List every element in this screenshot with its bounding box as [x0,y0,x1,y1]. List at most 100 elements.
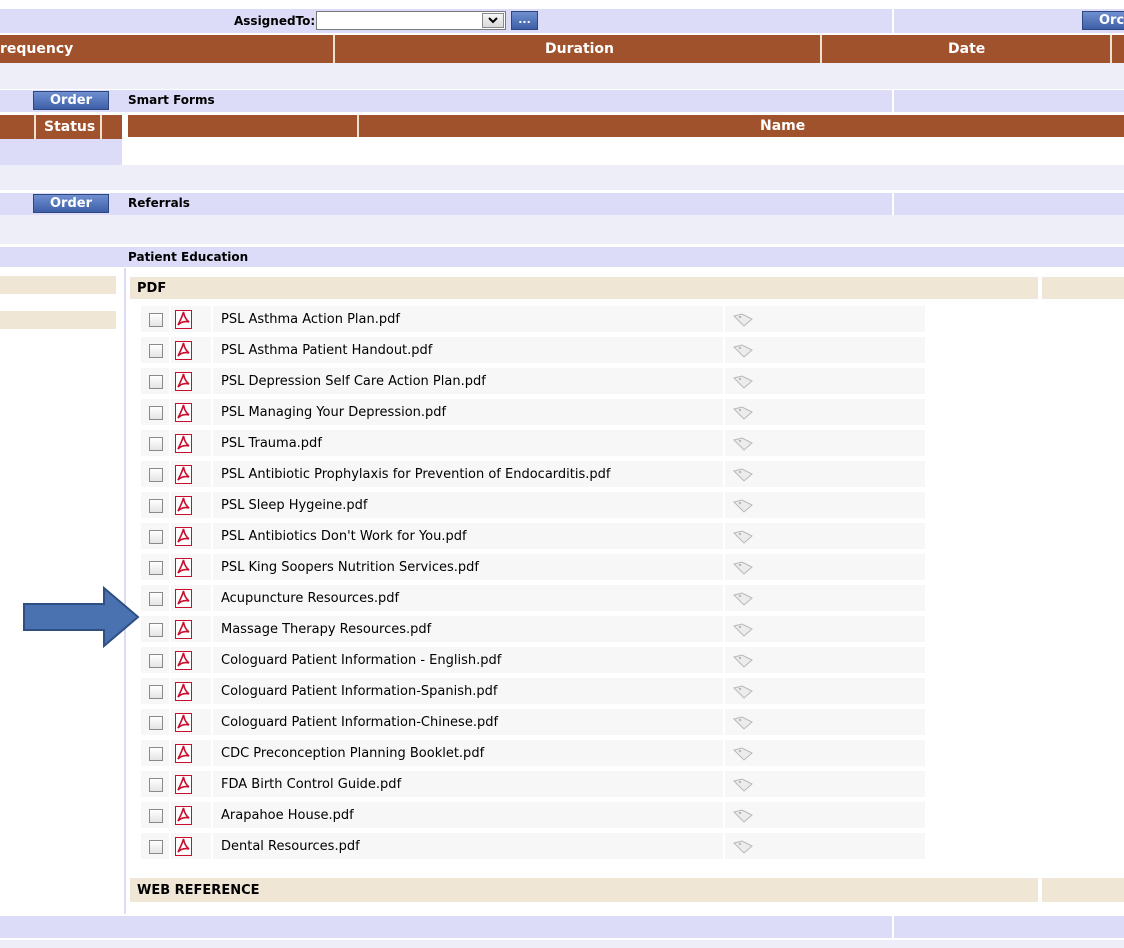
pdf-icon[interactable] [175,403,192,422]
document-name[interactable]: PSL Asthma Patient Handout.pdf [221,343,432,358]
document-name[interactable]: Acupuncture Resources.pdf [221,591,399,606]
tag-icon[interactable] [733,653,753,668]
tag-icon[interactable] [733,405,753,420]
pdf-icon[interactable] [175,682,192,701]
checkbox-cell [140,708,170,736]
document-checkbox[interactable] [149,375,163,389]
document-name[interactable]: PSL Depression Self Care Action Plan.pdf [221,374,486,389]
pdf-icon[interactable] [175,527,192,546]
document-checkbox[interactable] [149,406,163,420]
document-checkbox[interactable] [149,654,163,668]
pdf-icon[interactable] [175,589,192,608]
document-row: PSL Asthma Action Plan.pdf [140,305,926,333]
icon-cell [170,646,212,674]
referrals-title: Referrals [128,196,190,210]
pdf-icon[interactable] [175,744,192,763]
tag-icon[interactable] [733,498,753,513]
document-name[interactable]: PSL Trauma.pdf [221,436,322,451]
pdf-icon[interactable] [175,434,192,453]
bar-divider [892,193,894,215]
name-header: Name [128,115,1124,137]
tag-icon[interactable] [733,560,753,575]
tag-icon[interactable] [733,343,753,358]
checkbox-cell [140,646,170,674]
name-cell: FDA Birth Control Guide.pdf [212,770,724,798]
tag-icon[interactable] [733,312,753,327]
document-checkbox[interactable] [149,313,163,327]
document-checkbox[interactable] [149,747,163,761]
pdf-icon[interactable] [175,651,192,670]
pdf-icon[interactable] [175,620,192,639]
document-name[interactable]: PSL King Soopers Nutrition Services.pdf [221,560,479,575]
document-checkbox[interactable] [149,685,163,699]
document-checkbox[interactable] [149,623,163,637]
smart-forms-order-button[interactable]: Order [33,91,109,110]
document-name[interactable]: PSL Asthma Action Plan.pdf [221,312,400,327]
document-checkbox[interactable] [149,530,163,544]
pdf-icon[interactable] [175,837,192,856]
icon-cell [170,336,212,364]
tag-icon[interactable] [733,684,753,699]
document-name[interactable]: CDC Preconception Planning Booklet.pdf [221,746,484,761]
document-name[interactable]: Cologuard Patient Information - English.… [221,653,501,668]
document-row: PSL Trauma.pdf [140,429,926,457]
chevron-down-icon [488,17,498,24]
document-checkbox[interactable] [149,344,163,358]
document-name[interactable]: Arapahoe House.pdf [221,808,354,823]
pdf-icon[interactable] [175,465,192,484]
tag-icon[interactable] [733,374,753,389]
document-name[interactable]: PSL Antibiotic Prophylaxis for Preventio… [221,467,610,482]
document-name[interactable]: Cologuard Patient Information-Spanish.pd… [221,684,497,699]
assigned-to-select[interactable] [316,11,506,30]
icon-cell [170,801,212,829]
document-checkbox[interactable] [149,809,163,823]
document-name[interactable]: Massage Therapy Resources.pdf [221,622,431,637]
name-cell: Arapahoe House.pdf [212,801,724,829]
pdf-group-header: PDF [130,277,1038,299]
document-name[interactable]: PSL Sleep Hygeine.pdf [221,498,368,513]
tag-icon[interactable] [733,467,753,482]
tag-icon[interactable] [733,715,753,730]
document-checkbox[interactable] [149,499,163,513]
tag-cell [724,677,926,705]
document-checkbox[interactable] [149,778,163,792]
tag-cell [724,739,926,767]
pdf-icon[interactable] [175,713,192,732]
smart-forms-title: Smart Forms [128,93,215,107]
tag-icon[interactable] [733,591,753,606]
tag-icon[interactable] [733,808,753,823]
document-checkbox[interactable] [149,716,163,730]
order-button-right[interactable]: Orc [1082,11,1124,30]
pdf-icon[interactable] [175,341,192,360]
pdf-icon[interactable] [175,806,192,825]
pdf-icon[interactable] [175,496,192,515]
document-checkbox[interactable] [149,592,163,606]
document-name[interactable]: Dental Resources.pdf [221,839,360,854]
ellipsis-button[interactable]: ... [511,11,538,30]
tag-icon[interactable] [733,529,753,544]
pdf-icon[interactable] [175,558,192,577]
document-name[interactable]: Cologuard Patient Information-Chinese.pd… [221,715,498,730]
tag-icon[interactable] [733,777,753,792]
document-name[interactable]: PSL Managing Your Depression.pdf [221,405,446,420]
tag-icon[interactable] [733,839,753,854]
pdf-icon[interactable] [175,372,192,391]
document-checkbox[interactable] [149,437,163,451]
document-name[interactable]: PSL Antibiotics Don't Work for You.pdf [221,529,467,544]
document-name[interactable]: FDA Birth Control Guide.pdf [221,777,401,792]
document-checkbox[interactable] [149,561,163,575]
document-checkbox[interactable] [149,468,163,482]
header-divider [357,115,359,137]
tag-icon[interactable] [733,622,753,637]
pdf-icon[interactable] [175,310,192,329]
document-checkbox[interactable] [149,840,163,854]
tag-icon[interactable] [733,746,753,761]
pdf-icon[interactable] [175,775,192,794]
name-cell: PSL King Soopers Nutrition Services.pdf [212,553,724,581]
name-cell: Cologuard Patient Information-Chinese.pd… [212,708,724,736]
referrals-order-button[interactable]: Order [33,194,109,213]
bar-divider [892,9,894,33]
referrals-empty-row [0,215,1124,244]
tag-icon[interactable] [733,436,753,451]
dropdown-button[interactable] [482,13,504,28]
